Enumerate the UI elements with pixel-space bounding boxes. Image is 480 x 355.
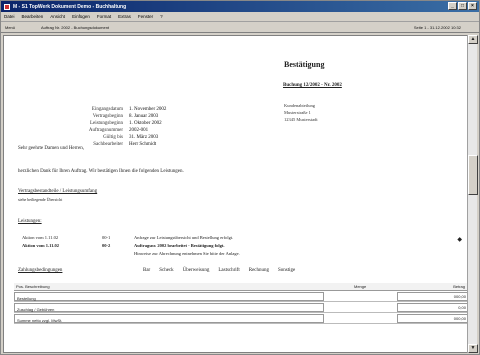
app-icon[interactable] (4, 3, 10, 10)
service-text: Anfrage zur Leistungsübersicht und Beste… (134, 235, 234, 240)
row-description: Bestellung (17, 296, 36, 301)
bullet-marker-icon: ◆ (457, 237, 462, 243)
scroll-down-icon[interactable]: ▼ (468, 344, 478, 353)
vertical-scrollbar[interactable]: ▲ ▼ (467, 35, 478, 353)
menu-item-window[interactable]: Fenster (138, 14, 153, 19)
header-quantity: Menge (354, 284, 367, 289)
toolbar-menu-label[interactable]: Menü (5, 25, 35, 30)
address-line: 12345 Musterstadt (284, 117, 318, 122)
service-code: 00-1 (102, 235, 111, 240)
section-subtitle: siehe beiliegende Übersicht (18, 197, 63, 202)
field-value: 1. Oktober 2002 (129, 121, 162, 126)
amount-field[interactable]: 000,00 (397, 314, 468, 323)
service-date: Aktion vom 1.11.02 (22, 235, 59, 240)
greeting: Sehr geehrte Damen und Herren, (18, 146, 84, 151)
field-label: Gültig bis (103, 135, 123, 140)
service-date (22, 251, 102, 258)
menu-item-file[interactable]: Datei (4, 14, 15, 19)
field-label: Auftragsnummer (88, 128, 123, 133)
application-window: M - S1 TopWerk Dokument Demo - Buchhaltu… (0, 0, 480, 355)
toolbar: Menü Auftrag Nr. 2002 - Buchungsdokument… (1, 22, 479, 33)
table-row: Bestellung 000,00 (14, 291, 468, 302)
field-row: Gültig bis 31. März 2003 (64, 134, 166, 141)
field-value: Herr Schmidt (129, 142, 157, 147)
amount-field[interactable]: 0,00 (397, 303, 468, 312)
payment-option[interactable]: Rechnung (249, 268, 269, 273)
header-amount: Betrag (453, 284, 465, 289)
field-label: Eingangsdatum (91, 107, 123, 112)
row-description: Zuschlag / Gebühren (17, 307, 55, 312)
document-path: Auftrag Nr. 2002 - Buchungsdokument (41, 24, 110, 30)
service-line: Aktion vom 1.11.02 00-2 Auftragsnr. 2002… (22, 243, 224, 250)
field-value: 2002-001 (129, 128, 149, 133)
menu-item-help[interactable]: ? (160, 14, 163, 19)
page-info: Seite 1 - 31.12.2002 10:32 (413, 24, 461, 30)
address-block: Kundenabteilung Musterstraße 1 12345 Mus… (284, 102, 318, 123)
payment-options: Bar Scheck Überweisung Lastschrift Rechn… (143, 268, 295, 273)
service-text: Hinweise zur Abrechnung entnehmen Sie bi… (134, 251, 240, 256)
field-row: Auftragsnummer 2002-001 (64, 127, 166, 134)
menu-item-insert[interactable]: Einfügen (72, 14, 90, 19)
payment-option[interactable]: Scheck (159, 268, 173, 273)
menu-item-format[interactable]: Format (97, 14, 111, 19)
window-controls: _ □ × (448, 2, 477, 10)
payment-option[interactable]: Lastschrift (218, 268, 239, 273)
service-date: Aktion vom 1.11.02 (22, 243, 60, 248)
table-row: Zuschlag / Gebühren 0,00 (14, 302, 468, 313)
header-description: Pos. Beschreibung (16, 284, 50, 289)
table-header: Pos. Beschreibung Menge Betrag (14, 283, 468, 291)
items-table: Pos. Beschreibung Menge Betrag Bestellun… (14, 283, 468, 324)
field-value: 8. Januar 2003 (129, 114, 159, 119)
title-bar: M - S1 TopWerk Dokument Demo - Buchhaltu… (1, 1, 479, 12)
window-title: M - S1 TopWerk Dokument Demo - Buchhaltu… (13, 3, 127, 10)
service-code (102, 251, 134, 258)
payment-option[interactable]: Bar (143, 268, 150, 273)
body-text: herzlichen Dank für Ihren Auftrag. Wir b… (18, 169, 184, 174)
menu-bar: Datei Bearbeiten Ansicht Einfügen Format… (1, 12, 479, 22)
service-code: 00-2 (102, 243, 111, 248)
service-line: Aktion vom 1.11.02 00-1 Anfrage zur Leis… (22, 235, 233, 242)
menu-item-extras[interactable]: Extras (118, 14, 131, 19)
field-label: Vertragsbeginn (92, 114, 123, 119)
payment-option[interactable]: Sonstige (278, 268, 295, 273)
document-canvas[interactable]: Bestätigung Buchung 12/2002 - Nr. 2002 K… (3, 35, 469, 353)
description-field[interactable]: Zuschlag / Gebühren (14, 303, 324, 312)
service-text: Auftragsnr. 2002 bearbeitet - Bestätigun… (134, 243, 225, 248)
amount-field[interactable]: 000,00 (397, 292, 468, 301)
services-title: Leistungen: (18, 219, 42, 224)
field-row: Leistungsbeginn 1. Oktober 2002 (64, 120, 166, 127)
description-field[interactable]: Bestellung (14, 292, 324, 301)
maximize-button[interactable]: □ (458, 2, 467, 10)
menu-item-view[interactable]: Ansicht (50, 14, 65, 19)
minimize-button[interactable]: _ (448, 2, 457, 10)
service-line: Hinweise zur Abrechnung entnehmen Sie bi… (22, 251, 240, 258)
document-subheading: Buchung 12/2002 - Nr. 2002 (283, 83, 342, 88)
field-value: 31. März 2003 (129, 135, 159, 140)
payment-terms: Zahlungsbedingungen Bar Scheck Überweisu… (18, 268, 295, 273)
description-field[interactable]: Summe netto zzgl. MwSt. (14, 314, 324, 323)
section-title: Vertragsbestandteile / Leistungsumfang (18, 189, 98, 194)
field-row: Vertragsbeginn 8. Januar 2003 (64, 113, 166, 120)
field-list: Eingangsdatum 1. November 2002 Vertragsbe… (64, 106, 167, 148)
field-row: Eingangsdatum 1. November 2002 (64, 106, 166, 113)
document-heading: Bestätigung (284, 60, 325, 69)
payment-option[interactable]: Überweisung (183, 268, 210, 273)
close-button[interactable]: × (468, 2, 477, 10)
field-label: Leistungsbeginn (89, 121, 123, 126)
scroll-up-icon[interactable]: ▲ (468, 35, 478, 44)
payment-title: Zahlungsbedingungen (18, 268, 63, 273)
menu-item-edit[interactable]: Bearbeiten (22, 14, 44, 19)
table-row: Summe netto zzgl. MwSt. 000,00 (14, 313, 468, 324)
scroll-thumb[interactable] (468, 155, 478, 195)
address-line: Musterstraße 1 (284, 110, 311, 115)
row-description: Summe netto zzgl. MwSt. (17, 318, 63, 323)
field-value: 1. November 2002 (129, 107, 167, 112)
address-line: Kundenabteilung (284, 103, 315, 108)
